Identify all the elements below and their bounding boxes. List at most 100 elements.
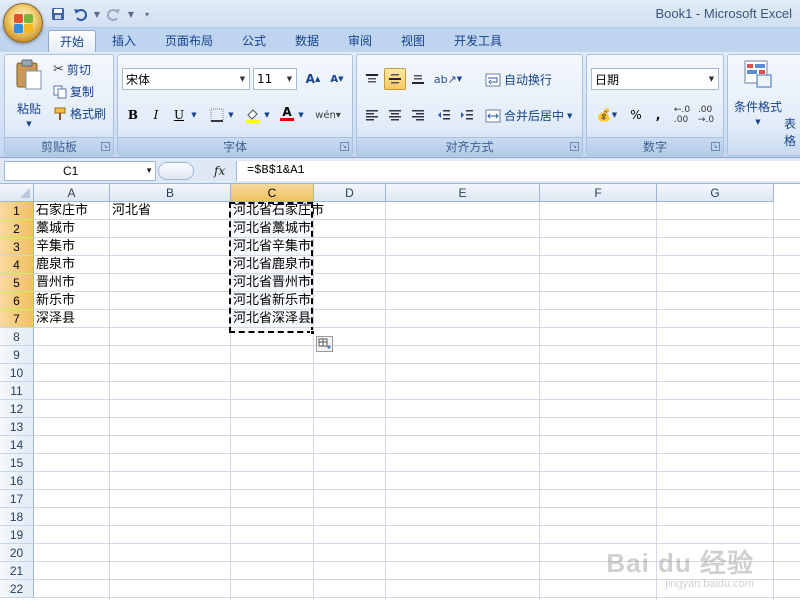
- row-header-22[interactable]: 22: [0, 580, 34, 598]
- column-header-c[interactable]: C: [231, 184, 314, 202]
- formula-bar-resize-handle[interactable]: [158, 162, 194, 180]
- font-launcher-icon[interactable]: ↘: [340, 142, 349, 151]
- font-name-select[interactable]: 宋体 ▼: [122, 68, 250, 90]
- increase-decimal-icon[interactable]: ←.0.00: [671, 104, 693, 126]
- font-size-select[interactable]: 11 ▼: [253, 68, 297, 90]
- tab-formulas[interactable]: 公式: [234, 30, 274, 52]
- row-header-10[interactable]: 10: [0, 364, 34, 382]
- customize-qat-icon[interactable]: ▾: [142, 5, 152, 23]
- copy-button[interactable]: 复制: [53, 83, 94, 100]
- cell-a5[interactable]: 晋州市: [34, 274, 75, 292]
- redo-dropdown-icon[interactable]: ▼: [126, 5, 136, 23]
- tab-home[interactable]: 开始: [48, 30, 96, 52]
- percent-style-icon[interactable]: %: [625, 104, 647, 126]
- fill-color-dropdown-icon[interactable]: ▼: [262, 104, 272, 126]
- clipboard-launcher-icon[interactable]: ↘: [101, 142, 110, 151]
- underline-dropdown-icon[interactable]: ▼: [189, 104, 199, 126]
- borders-dropdown-icon[interactable]: ▼: [226, 104, 236, 126]
- undo-icon[interactable]: [70, 5, 90, 23]
- select-all-button[interactable]: [0, 184, 34, 202]
- tab-data[interactable]: 数据: [287, 30, 327, 52]
- tab-review[interactable]: 审阅: [340, 30, 380, 52]
- row-header-19[interactable]: 19: [0, 526, 34, 544]
- row-header-13[interactable]: 13: [0, 418, 34, 436]
- row-header-2[interactable]: 2: [0, 220, 34, 238]
- align-right-icon[interactable]: [407, 104, 429, 126]
- tab-page-layout[interactable]: 页面布局: [156, 30, 222, 52]
- shrink-font-icon[interactable]: A ▼: [326, 68, 348, 90]
- cell-a6[interactable]: 新乐市: [34, 292, 75, 310]
- column-header-d[interactable]: D: [314, 184, 386, 202]
- row-header-15[interactable]: 15: [0, 454, 34, 472]
- redo-icon[interactable]: [104, 5, 124, 23]
- number-format-select[interactable]: 日期 ▼: [591, 68, 719, 90]
- cell-a4[interactable]: 鹿泉市: [34, 256, 75, 274]
- office-button[interactable]: [3, 3, 43, 43]
- row-header-3[interactable]: 3: [0, 238, 34, 256]
- cell-a7[interactable]: 深泽县: [34, 310, 75, 328]
- align-left-icon[interactable]: [361, 104, 383, 126]
- cell-a3[interactable]: 辛集市: [34, 238, 75, 256]
- insert-function-icon[interactable]: fx: [214, 164, 225, 178]
- row-header-17[interactable]: 17: [0, 490, 34, 508]
- formula-input[interactable]: =$B$1&A1: [236, 161, 800, 181]
- merge-center-button[interactable]: 合并后居中 ▼: [485, 107, 572, 124]
- row-header-6[interactable]: 6: [0, 292, 34, 310]
- name-box[interactable]: C1 ▼: [4, 161, 156, 181]
- column-header-f[interactable]: F: [540, 184, 657, 202]
- align-bottom-icon[interactable]: [407, 68, 429, 90]
- grow-font-icon[interactable]: A ▲: [302, 68, 324, 90]
- auto-fill-options-icon[interactable]: [316, 336, 333, 352]
- decrease-decimal-icon[interactable]: .00 →.0: [695, 104, 717, 126]
- row-header-14[interactable]: 14: [0, 436, 34, 454]
- italic-icon[interactable]: I: [145, 104, 167, 126]
- alignment-launcher-icon[interactable]: ↘: [570, 142, 579, 151]
- cell-a1[interactable]: 石家庄市: [34, 202, 88, 220]
- align-center-icon[interactable]: [384, 104, 406, 126]
- decrease-indent-icon[interactable]: [433, 104, 455, 126]
- wrap-text-button[interactable]: 自动换行: [485, 71, 552, 88]
- paste-button[interactable]: 粘贴 ▼: [11, 59, 47, 128]
- column-header-b[interactable]: B: [110, 184, 231, 202]
- cell-a2[interactable]: 藁城市: [34, 220, 75, 238]
- row-header-16[interactable]: 16: [0, 472, 34, 490]
- row-header-1[interactable]: 1: [0, 202, 34, 220]
- bold-icon[interactable]: B: [122, 104, 144, 126]
- row-header-18[interactable]: 18: [0, 508, 34, 526]
- phonetic-icon[interactable]: wén▾: [314, 104, 342, 126]
- row-header-4[interactable]: 4: [0, 256, 34, 274]
- comma-style-icon[interactable]: ,: [647, 104, 669, 126]
- column-header-a[interactable]: A: [34, 184, 110, 202]
- row-header-21[interactable]: 21: [0, 562, 34, 580]
- tab-view[interactable]: 视图: [393, 30, 433, 52]
- cut-button[interactable]: ✂ 剪切: [53, 61, 91, 78]
- number-launcher-icon[interactable]: ↘: [711, 142, 720, 151]
- tab-insert[interactable]: 插入: [104, 30, 144, 52]
- accounting-format-icon[interactable]: 💰 ▼: [591, 104, 623, 126]
- worksheet-grid[interactable]: A B C D E F G 1 2 3 4 5 6 7 8 9 10 11 12 13 14 15 16 17 18 19 20 21…: [0, 184, 800, 600]
- conditional-format-button[interactable]: 条件格式 ▼: [732, 59, 784, 126]
- row-header-5[interactable]: 5: [0, 274, 34, 292]
- row-header-7[interactable]: 7: [0, 310, 34, 328]
- row-header-11[interactable]: 11: [0, 382, 34, 400]
- format-painter-button[interactable]: 格式刷: [53, 105, 106, 122]
- column-header-g[interactable]: G: [657, 184, 774, 202]
- fill-handle[interactable]: [310, 330, 315, 335]
- tab-developer[interactable]: 开发工具: [446, 30, 510, 52]
- font-color-dropdown-icon[interactable]: ▼: [296, 104, 306, 126]
- undo-dropdown-icon[interactable]: ▼: [92, 5, 102, 23]
- name-box-dropdown-icon[interactable]: ▼: [145, 162, 153, 180]
- row-header-20[interactable]: 20: [0, 544, 34, 562]
- borders-icon[interactable]: [206, 104, 228, 126]
- format-as-table-button[interactable]: 表格: [784, 115, 800, 149]
- fill-color-icon[interactable]: [242, 104, 264, 126]
- font-color-icon[interactable]: A: [276, 102, 298, 124]
- increase-indent-icon[interactable]: [456, 104, 478, 126]
- row-header-9[interactable]: 9: [0, 346, 34, 364]
- align-top-icon[interactable]: [361, 68, 383, 90]
- cell-b1[interactable]: 河北省: [110, 202, 151, 220]
- column-header-e[interactable]: E: [386, 184, 540, 202]
- row-header-12[interactable]: 12: [0, 400, 34, 418]
- orientation-icon[interactable]: ab↗ ▼: [433, 68, 463, 90]
- align-middle-icon[interactable]: [384, 68, 406, 90]
